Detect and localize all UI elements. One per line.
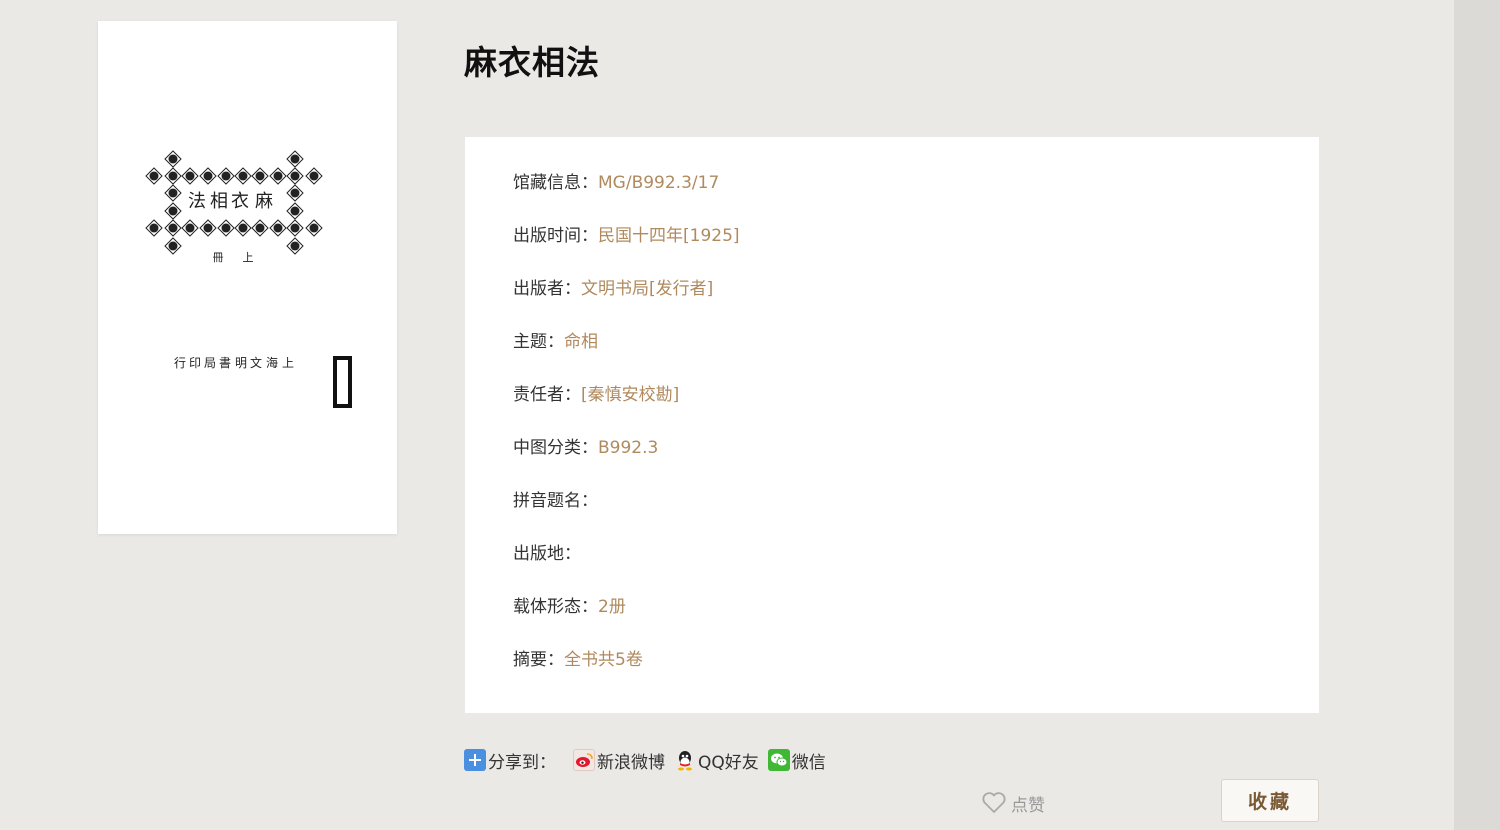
info-value: MG/B992.3/17 bbox=[598, 173, 720, 193]
info-label: 摘要： bbox=[513, 650, 564, 670]
cover-ornament bbox=[164, 219, 182, 237]
cover-ornament bbox=[234, 167, 252, 185]
wechat-icon bbox=[767, 749, 790, 771]
info-row-collection: 馆藏信息：MG/B992.3/17 bbox=[513, 171, 719, 195]
cover-publisher-char: 局 bbox=[204, 356, 216, 370]
cover-title-char: 相 bbox=[210, 191, 228, 212]
info-label: 馆藏信息： bbox=[513, 173, 598, 193]
info-value: 民国十四年[1925] bbox=[598, 226, 740, 246]
cover-ornament bbox=[305, 167, 323, 185]
info-label: 载体形态： bbox=[513, 597, 598, 617]
cover-ornament bbox=[251, 219, 269, 237]
cover-title-char: 衣 bbox=[231, 191, 249, 212]
cover-ornament bbox=[164, 167, 182, 185]
cover-seal-mark bbox=[333, 356, 352, 408]
cover-ornament bbox=[199, 219, 217, 237]
qq-icon bbox=[674, 749, 696, 771]
page-title: 麻衣相法 bbox=[464, 43, 600, 82]
cover-ornament bbox=[181, 219, 199, 237]
info-row-publish-place: 出版地： bbox=[513, 542, 581, 566]
info-label: 拼音题名： bbox=[513, 491, 598, 511]
info-row-abstract: 摘要：全书共5卷 bbox=[513, 648, 643, 672]
cover-ornament bbox=[181, 167, 199, 185]
cover-ornament bbox=[217, 167, 235, 185]
book-cover-image: 麻 衣 相 法 上 冊 上海文明書局印行 bbox=[98, 21, 397, 534]
cover-ornament bbox=[286, 237, 304, 255]
share-weibo-button[interactable]: 新浪微博 bbox=[573, 748, 665, 773]
cover-ornament bbox=[269, 219, 287, 237]
cover-publisher-char: 海 bbox=[266, 355, 278, 370]
info-value: B992.3 bbox=[598, 438, 659, 458]
cover-ornament bbox=[286, 219, 304, 237]
heart-icon bbox=[982, 792, 1006, 813]
info-value: 文明书局[发行者] bbox=[581, 279, 714, 299]
cover-ornament bbox=[164, 150, 182, 168]
share-weibo-label: 新浪微博 bbox=[597, 752, 665, 773]
cover-ornament bbox=[145, 167, 163, 185]
info-label: 出版者： bbox=[513, 279, 581, 299]
cover-publisher-char: 上 bbox=[282, 356, 294, 370]
cover-volume-char: 冊 bbox=[213, 251, 224, 264]
cover-ornament bbox=[199, 167, 217, 185]
cover-ornament bbox=[269, 167, 287, 185]
cover-ornament bbox=[286, 202, 304, 220]
cover-publisher-char: 明 bbox=[235, 356, 247, 370]
info-value: 2册 bbox=[598, 597, 626, 617]
cover-ornament bbox=[217, 219, 235, 237]
like-button[interactable]: 点赞 bbox=[981, 789, 1045, 817]
right-scroll-area bbox=[1454, 0, 1500, 830]
info-label: 出版时间： bbox=[513, 226, 598, 246]
book-cover-illustration: 麻 衣 相 法 上 冊 上海文明書局印行 bbox=[145, 150, 352, 408]
cover-ornament bbox=[286, 150, 304, 168]
cover-ornament bbox=[234, 219, 252, 237]
share-wechat-label: 微信 bbox=[791, 752, 826, 773]
cover-ornament bbox=[251, 167, 269, 185]
like-label: 点赞 bbox=[1011, 795, 1045, 816]
info-row-format: 载体形态：2册 bbox=[513, 595, 626, 619]
cover-title-char: 麻 bbox=[255, 191, 273, 212]
cover-publisher-char: 行 bbox=[174, 356, 186, 370]
info-value: 命相 bbox=[564, 332, 598, 352]
share-label: 分享到： bbox=[488, 752, 556, 773]
info-value: [秦慎安校勘] bbox=[581, 385, 680, 405]
share-qq-label: QQ好友 bbox=[698, 752, 759, 773]
cover-ornament bbox=[145, 219, 163, 237]
info-row-classification: 中图分类：B992.3 bbox=[513, 436, 658, 460]
info-row-pinyin-title: 拼音题名： bbox=[513, 489, 598, 513]
cover-ornament bbox=[286, 184, 304, 202]
cover-ornament bbox=[164, 202, 182, 220]
info-row-subject: 主题：命相 bbox=[513, 330, 598, 354]
info-label: 出版地： bbox=[513, 544, 581, 564]
info-label: 中图分类： bbox=[513, 438, 598, 458]
weibo-icon bbox=[573, 749, 595, 771]
info-value: 全书共5卷 bbox=[564, 650, 643, 670]
info-label: 主题： bbox=[513, 332, 564, 352]
cover-title-char: 法 bbox=[188, 191, 206, 212]
cover-publisher-char: 書 bbox=[219, 356, 231, 370]
share-bar: 分享到： 新浪微博 QQ好友 微信 bbox=[464, 747, 835, 773]
cover-ornament bbox=[286, 167, 304, 185]
cover-publisher-char: 印 bbox=[189, 356, 201, 370]
cover-volume-char: 上 bbox=[243, 251, 254, 264]
info-row-publisher: 出版者：文明书局[发行者] bbox=[513, 277, 713, 301]
share-more-button[interactable]: 分享到： bbox=[464, 748, 556, 773]
share-qq-button[interactable]: QQ好友 bbox=[674, 748, 759, 773]
favorite-button[interactable]: 收藏 bbox=[1221, 779, 1319, 822]
info-row-publish-time: 出版时间：民国十四年[1925] bbox=[513, 224, 740, 248]
plus-icon bbox=[464, 749, 486, 771]
info-row-responsible: 责任者：[秦慎安校勘] bbox=[513, 383, 679, 407]
cover-ornament bbox=[164, 184, 182, 202]
cover-publisher-char: 文 bbox=[250, 355, 262, 370]
info-label: 责任者： bbox=[513, 385, 581, 405]
cover-ornament bbox=[305, 219, 323, 237]
info-panel: 馆藏信息：MG/B992.3/17 出版时间：民国十四年[1925] 出版者：文… bbox=[465, 137, 1319, 713]
share-wechat-button[interactable]: 微信 bbox=[767, 748, 826, 773]
cover-ornament bbox=[164, 237, 182, 255]
